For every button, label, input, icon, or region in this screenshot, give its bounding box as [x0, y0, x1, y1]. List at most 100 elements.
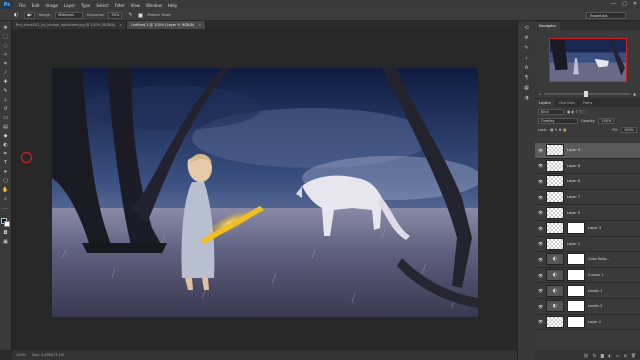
history-icon[interactable]: ⟲ [522, 25, 531, 32]
new-adjustment-icon[interactable]: ◐ [608, 353, 612, 358]
fx-icon[interactable]: fx [593, 353, 597, 358]
menu-edit[interactable]: Edit [29, 3, 43, 8]
layer-name[interactable]: Color Bala... [588, 257, 609, 261]
layer-name[interactable]: Layer 5 [567, 211, 580, 215]
screen-mode-icon[interactable]: ▣ [2, 239, 10, 246]
layer-mask-thumbnail[interactable] [567, 253, 585, 266]
zoom-out-icon[interactable]: ▵ [539, 92, 541, 96]
brush-preset-picker[interactable]: ●▾ [24, 11, 35, 19]
layer-thumbnail[interactable] [546, 206, 564, 219]
pen-tool-icon[interactable]: ✒ [2, 151, 10, 158]
visibility-eye-icon[interactable]: 👁 [538, 304, 543, 309]
airbrush-icon[interactable]: ✎ [126, 12, 134, 19]
layers-list[interactable]: 👁 Layer 9 👁 Layer 8 👁 Layer 6 👁 Layer 7 👁 Layer 5… [535, 143, 640, 350]
close-window-button[interactable]: ✕ [633, 1, 637, 7]
clone-stamp-tool-icon[interactable]: ⊥ [2, 97, 10, 104]
canvas-area[interactable] [12, 29, 517, 350]
layer-row[interactable]: 👁 ◐ Color Bala... [535, 252, 640, 268]
layer-name[interactable]: Curves 1 [588, 273, 604, 277]
brush-panel-icon[interactable]: ✎ [522, 45, 531, 52]
layer-name[interactable]: Layer 2 [588, 320, 601, 324]
layer-thumbnail[interactable] [546, 144, 564, 157]
minimize-button[interactable]: — [611, 1, 616, 7]
layer-row[interactable]: 👁 Layer 3 [535, 221, 640, 237]
visibility-eye-icon[interactable]: 👁 [538, 226, 543, 231]
zoom-in-icon[interactable]: ▲ [633, 92, 636, 96]
visibility-eye-icon[interactable]: 👁 [538, 288, 543, 293]
layer-mask-thumbnail[interactable] [567, 269, 585, 282]
tab-navigator[interactable]: Navigator [535, 22, 561, 30]
layer-row[interactable]: 👁 Layer 2 [535, 315, 640, 331]
layer-row[interactable]: 👁 Layer 1 [535, 237, 640, 253]
fill-field[interactable]: 100% [621, 126, 637, 133]
visibility-eye-icon[interactable]: 👁 [538, 319, 543, 324]
layer-mask-thumbnail[interactable] [567, 222, 585, 235]
protect-tones-checkbox[interactable] [138, 12, 144, 18]
zoom-slider[interactable] [543, 91, 631, 97]
type-tool-icon[interactable]: T [2, 160, 10, 167]
close-icon[interactable]: × [198, 23, 201, 27]
layer-name[interactable]: Layer 3 [588, 226, 601, 230]
layer-name[interactable]: Layer 8 [567, 164, 580, 168]
visibility-eye-icon[interactable]: 👁 [538, 273, 543, 278]
color-swatches[interactable] [0, 218, 11, 228]
layer-row[interactable]: 👁 ◐ Curves 1 [535, 268, 640, 284]
blend-mode-select[interactable]: Overlay [538, 117, 578, 124]
filter-icons[interactable]: ▣ ◐ T ▢ ⬚ [567, 110, 587, 114]
visibility-eye-icon[interactable]: 👁 [538, 163, 543, 168]
menu-file[interactable]: File [16, 3, 29, 8]
zoom-readout[interactable]: 100% [16, 353, 26, 357]
delete-layer-icon[interactable]: 🗑 [631, 353, 636, 358]
new-layer-icon[interactable]: ⊞ [624, 353, 627, 358]
workspace-switcher[interactable]: Essentials [586, 12, 626, 19]
layer-row[interactable]: 👁 Layer 9 [535, 143, 640, 159]
clone-source-icon[interactable]: ⊥ [522, 55, 531, 62]
add-mask-icon[interactable]: ◙ [600, 353, 604, 358]
blur-tool-icon[interactable]: ◆ [2, 133, 10, 140]
character-icon[interactable]: A [522, 65, 531, 72]
dodge-tool-icon[interactable]: ◐ [12, 12, 20, 19]
tab-fire-stock[interactable]: fire_stock001_by_kirsten_stocktaee.jpg @… [12, 21, 128, 29]
adjustment-layer-icon[interactable]: ◐ [546, 300, 564, 313]
tab-layers[interactable]: Layers [535, 99, 555, 107]
brush-tool-icon[interactable]: ✎ [2, 88, 10, 95]
gradient-tool-icon[interactable]: ▤ [2, 124, 10, 131]
dodge-tool-icon-sidebar[interactable]: ◐ [2, 142, 10, 149]
layer-name[interactable]: Levels 2 [588, 304, 602, 308]
menu-filter[interactable]: Filter [112, 3, 128, 8]
range-select[interactable]: Midtones [55, 11, 84, 19]
layer-row[interactable]: 👁 Layer 8 [535, 159, 640, 175]
menu-select[interactable]: Select [93, 3, 111, 8]
layer-row[interactable]: 👁 Layer 6 [535, 174, 640, 190]
crop-tool-icon[interactable]: ⌗ [2, 61, 10, 68]
hand-tool-icon[interactable]: ✋ [2, 187, 10, 194]
visibility-eye-icon[interactable]: 👁 [538, 210, 543, 215]
layer-mask-thumbnail[interactable] [567, 315, 585, 328]
layer-thumbnail[interactable] [546, 315, 564, 328]
layer-mask-thumbnail[interactable] [567, 284, 585, 297]
quick-select-tool-icon[interactable]: ✧ [2, 52, 10, 59]
adjustment-layer-icon[interactable]: ◐ [546, 269, 564, 282]
layer-mask-thumbnail[interactable] [567, 300, 585, 313]
visibility-eye-icon[interactable]: 👁 [538, 257, 543, 262]
tab-paths[interactable]: Paths [579, 99, 597, 107]
adjustment-layer-icon[interactable]: ◐ [546, 253, 564, 266]
tab-channels[interactable]: Channels [555, 99, 579, 107]
marquee-tool-icon[interactable]: ⬚ [2, 34, 10, 41]
adjustments-icon[interactable]: ◑ [522, 95, 531, 102]
eyedropper-tool-icon[interactable]: ⁄ [2, 70, 10, 77]
layer-thumbnail[interactable] [546, 175, 564, 188]
layer-thumbnail[interactable] [546, 237, 564, 250]
paragraph-icon[interactable]: ¶ [522, 75, 531, 82]
properties-icon[interactable]: ⚙ [522, 35, 531, 42]
path-selection-tool-icon[interactable]: ➤ [2, 169, 10, 176]
menu-type[interactable]: Type [78, 3, 93, 8]
quick-mask-icon[interactable]: ◘ [2, 230, 10, 237]
background-color-swatch[interactable] [3, 221, 10, 227]
visibility-eye-icon[interactable]: 👁 [538, 241, 543, 246]
layer-name[interactable]: Layer 1 [567, 242, 580, 246]
layer-name[interactable]: Layer 9 [567, 148, 580, 152]
visibility-eye-icon[interactable]: 👁 [538, 179, 543, 184]
menu-window[interactable]: Window [143, 3, 165, 8]
layer-row[interactable]: 👁 Layer 5 [535, 205, 640, 221]
